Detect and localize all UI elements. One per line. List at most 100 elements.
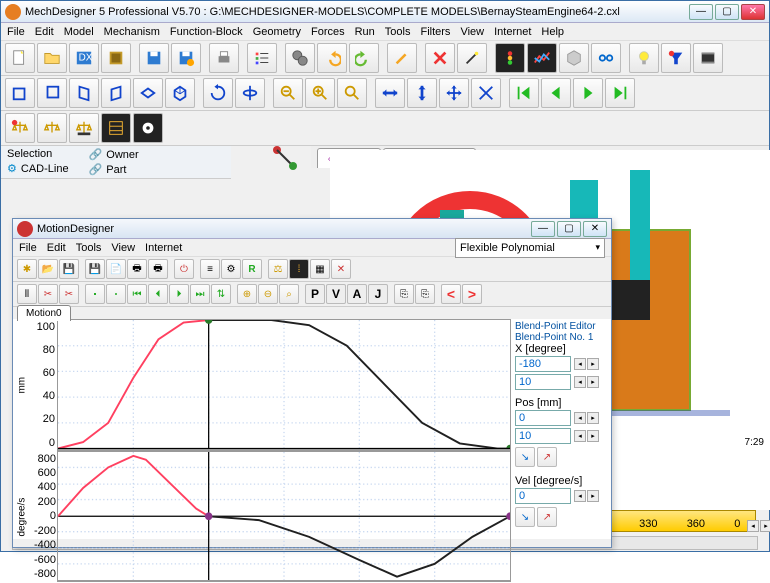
list-icon[interactable] [247, 43, 277, 73]
mt-zoomfit-icon[interactable]: ⌕ [279, 284, 299, 304]
ruler-next-button[interactable]: ▸ [760, 520, 770, 532]
motion-maximize-button[interactable]: ▢ [557, 221, 581, 237]
motion-menu-view[interactable]: View [111, 242, 135, 254]
last-icon[interactable] [605, 78, 635, 108]
new-icon[interactable] [5, 43, 35, 73]
mt-lt-button[interactable]: < [441, 284, 461, 304]
mt-print-icon[interactable]: 🖶 [127, 259, 147, 279]
match-start-icon[interactable]: ↘ [515, 447, 535, 467]
menu-geometry[interactable]: Geometry [253, 26, 301, 38]
bulb-icon[interactable] [629, 43, 659, 73]
vel-up[interactable]: ◂ [574, 490, 586, 502]
x2-up[interactable]: ◂ [574, 376, 586, 388]
motion-menu-internet[interactable]: Internet [145, 242, 182, 254]
save-as-icon[interactable] [171, 43, 201, 73]
spin-icon[interactable] [235, 78, 265, 108]
next-icon[interactable] [573, 78, 603, 108]
mt-gt-button[interactable]: > [462, 284, 482, 304]
mt-save-icon[interactable]: 💾 [59, 259, 79, 279]
menu-model[interactable]: Model [64, 26, 94, 38]
mt-print2-icon[interactable]: 🖶 [148, 259, 168, 279]
mt-node2-icon[interactable]: ⬞ [106, 284, 126, 304]
rotate-icon[interactable] [203, 78, 233, 108]
menu-function-block[interactable]: Function-Block [170, 26, 243, 38]
x-step-input[interactable]: 10 [515, 374, 571, 390]
pos-dn[interactable]: ▸ [587, 412, 599, 424]
mt-p-button[interactable]: P [305, 284, 325, 304]
view-back-icon[interactable] [37, 78, 67, 108]
x-input[interactable]: -180 [515, 356, 571, 372]
mt-grid-icon[interactable]: ▦ [310, 259, 330, 279]
position-chart[interactable] [58, 320, 510, 450]
mt-last-icon[interactable]: ⏭ [190, 284, 210, 304]
mt-bars-icon[interactable]: ⦀ [17, 284, 37, 304]
mt-prev-icon[interactable]: ⏴ [148, 284, 168, 304]
menu-tools[interactable]: Tools [385, 26, 411, 38]
open-icon[interactable] [37, 43, 67, 73]
mt-saveas-icon[interactable]: 💾 [85, 259, 105, 279]
force-disc-icon[interactable] [133, 113, 163, 143]
mt-updown-icon[interactable]: ⇅ [211, 284, 231, 304]
vel-match-end-icon[interactable]: ↗ [537, 507, 557, 527]
first-icon[interactable] [509, 78, 539, 108]
chart-icon[interactable] [527, 43, 557, 73]
menu-view[interactable]: View [460, 26, 484, 38]
segment-type-select[interactable]: Flexible Polynomial [455, 238, 605, 258]
mt-open-icon[interactable]: 📂 [38, 259, 58, 279]
view-iso-icon[interactable] [165, 78, 195, 108]
traffic-light-icon[interactable] [495, 43, 525, 73]
mt-balance-icon[interactable]: ⚖ [268, 259, 288, 279]
minimize-button[interactable]: — [689, 4, 713, 20]
mt-cut2-icon[interactable]: ✂ [59, 284, 79, 304]
mt-doc-icon[interactable]: 📄 [106, 259, 126, 279]
x-dn[interactable]: ▸ [587, 358, 599, 370]
vel-dn[interactable]: ▸ [587, 490, 599, 502]
edit-icon[interactable] [387, 43, 417, 73]
zoom-out-icon[interactable] [273, 78, 303, 108]
motion-menu-file[interactable]: File [19, 242, 37, 254]
mt-cut1-icon[interactable]: ✂ [38, 284, 58, 304]
view-front-icon[interactable] [5, 78, 35, 108]
motion-menu-edit[interactable]: Edit [47, 242, 66, 254]
mt-stop-icon[interactable]: ⏻ [174, 259, 194, 279]
mt-node1-icon[interactable]: ⬝ [85, 284, 105, 304]
view-left-icon[interactable] [69, 78, 99, 108]
ruler-prev-button[interactable]: ◂ [747, 520, 759, 532]
redo-icon[interactable] [349, 43, 379, 73]
balance-2-icon[interactable] [69, 113, 99, 143]
vel-input[interactable]: 0 [515, 488, 571, 504]
save-icon[interactable] [139, 43, 169, 73]
motion-menu-tools[interactable]: Tools [76, 242, 102, 254]
mt-zoomin-icon[interactable]: ⊕ [237, 284, 257, 304]
menu-run[interactable]: Run [355, 26, 375, 38]
match-end-icon[interactable]: ↗ [537, 447, 557, 467]
prev-icon[interactable] [541, 78, 571, 108]
mt-settings-icon[interactable]: ⚙ [221, 259, 241, 279]
balance-delete-icon[interactable] [5, 113, 35, 143]
motion-close-button[interactable]: ✕ [583, 221, 607, 237]
mt-new-icon[interactable]: ✱ [17, 259, 37, 279]
filter-icon[interactable] [661, 43, 691, 73]
velocity-chart[interactable] [58, 452, 510, 582]
maximize-button[interactable]: ▢ [715, 4, 739, 20]
motion-minimize-button[interactable]: — [531, 221, 555, 237]
menu-filters[interactable]: Filters [420, 26, 450, 38]
view-top-icon[interactable] [133, 78, 163, 108]
view-right-icon[interactable] [101, 78, 131, 108]
balance-1-icon[interactable] [37, 113, 67, 143]
wand-icon[interactable] [457, 43, 487, 73]
gears-icon[interactable] [285, 43, 315, 73]
menu-edit[interactable]: Edit [35, 26, 54, 38]
mt-exp2-icon[interactable]: ⎘ [415, 284, 435, 304]
mt-first-icon[interactable]: ⏮ [127, 284, 147, 304]
undo-icon[interactable] [317, 43, 347, 73]
pan-lock-icon[interactable] [471, 78, 501, 108]
mt-j-button[interactable]: J [368, 284, 388, 304]
zoom-in-icon[interactable] [305, 78, 335, 108]
x2-dn[interactable]: ▸ [587, 376, 599, 388]
pan-vertical-icon[interactable] [407, 78, 437, 108]
movie-icon[interactable] [693, 43, 723, 73]
vel-match-start-icon[interactable]: ↘ [515, 507, 535, 527]
mt-list-icon[interactable]: ≡ [200, 259, 220, 279]
print-icon[interactable] [209, 43, 239, 73]
